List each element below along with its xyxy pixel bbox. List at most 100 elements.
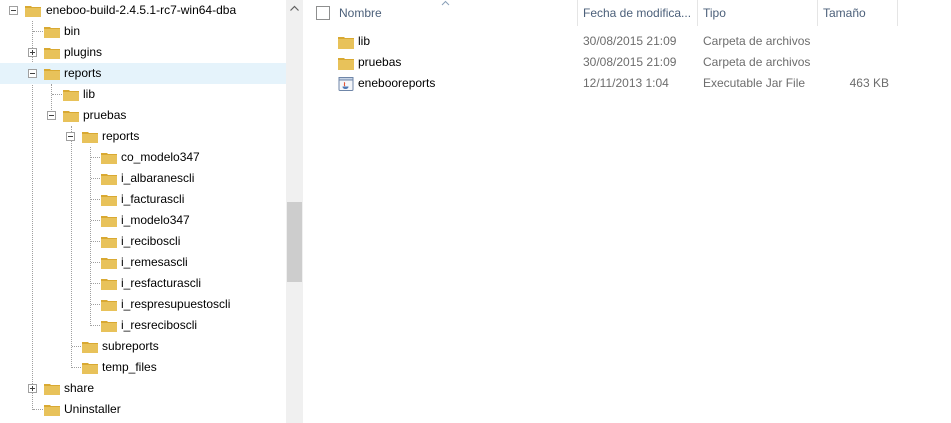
tree-connector — [91, 220, 100, 221]
tree-connector — [91, 283, 100, 284]
folder-icon — [101, 237, 117, 248]
folder-icon — [82, 132, 98, 143]
tree-item-label: bin — [64, 24, 81, 38]
tree-item-co-modelo347[interactable]: co_modelo347 — [0, 147, 286, 168]
tree-item-label: Uninstaller — [64, 402, 121, 416]
tree-item-i-remesascli[interactable]: i_remesascli — [0, 252, 286, 273]
column-header-date[interactable]: Fecha de modifica... — [583, 0, 693, 26]
tree-item-bin[interactable]: bin — [0, 21, 286, 42]
tree-item-label: i_remesascli — [121, 255, 188, 269]
tree-connector — [91, 325, 100, 326]
collapse-icon[interactable] — [66, 132, 75, 141]
folder-icon — [82, 363, 98, 374]
folder-icon — [82, 342, 98, 353]
expand-icon[interactable] — [28, 48, 37, 57]
tree-item-label: reports — [64, 66, 102, 80]
tree-item-label: pruebas — [83, 108, 127, 122]
folder-icon — [101, 321, 117, 332]
tree-item-temp-files[interactable]: temp_files — [0, 357, 286, 378]
tree-item-label: i_resfacturascli — [121, 276, 202, 290]
tree-item-i-resfacturascli[interactable]: i_resfacturascli — [0, 273, 286, 294]
folder-icon — [338, 58, 354, 70]
file-name: lib — [358, 34, 371, 48]
folder-icon — [101, 174, 117, 185]
column-divider[interactable] — [697, 0, 698, 26]
tree-connector — [52, 94, 62, 95]
column-header-name[interactable]: Nombre — [339, 0, 569, 26]
column-divider[interactable] — [897, 0, 898, 26]
tree-item-share[interactable]: share — [0, 378, 286, 399]
tree-item-label: share — [64, 381, 95, 395]
expand-icon[interactable] — [28, 384, 37, 393]
file-name: enebooreports — [358, 76, 436, 90]
tree-item-label: reports — [102, 129, 140, 143]
file-row[interactable]: enebooreports 12/11/2013 1:04 Executable… — [303, 73, 951, 94]
column-header-type[interactable]: Tipo — [703, 0, 813, 26]
scroll-up-button[interactable] — [286, 0, 303, 17]
tree-item-i-reciboscli[interactable]: i_reciboscli — [0, 231, 286, 252]
tree-item-i-respresupuestoscli[interactable]: i_respresupuestoscli — [0, 294, 286, 315]
collapse-icon[interactable] — [9, 6, 18, 15]
collapse-icon[interactable] — [47, 111, 56, 120]
folder-icon — [63, 90, 79, 101]
tree-connector — [91, 157, 100, 158]
file-row[interactable]: pruebas 30/08/2015 21:09 Carpeta de arch… — [303, 52, 951, 73]
tree-connector — [91, 178, 100, 179]
column-divider[interactable] — [817, 0, 818, 26]
file-row[interactable]: lib 30/08/2015 21:09 Carpeta de archivos — [303, 31, 951, 52]
file-type: Carpeta de archivos — [703, 34, 811, 48]
tree-item-root[interactable]: eneboo-build-2.4.5.1-rc7-win64-dba — [0, 0, 286, 21]
tree-connector — [91, 241, 100, 242]
folder-icon — [44, 384, 60, 395]
file-date: 30/08/2015 21:09 — [583, 34, 677, 48]
file-date: 12/11/2013 1:04 — [583, 76, 669, 90]
file-name: pruebas — [358, 55, 402, 69]
tree-item-uninstaller[interactable]: Uninstaller — [0, 399, 286, 420]
file-list[interactable]: Nombre Fecha de modifica... Tipo Tamaño … — [303, 0, 951, 423]
tree-item-i-albaranescli[interactable]: i_albaranescli — [0, 168, 286, 189]
file-size: 463 KB — [849, 76, 889, 90]
tree-item-label: subreports — [102, 339, 159, 353]
folder-icon — [25, 6, 41, 17]
jar-file-icon — [338, 77, 354, 91]
tree-item-i-resreciboscli[interactable]: i_resreciboscli — [0, 315, 286, 336]
tree-item-i-modelo347[interactable]: i_modelo347 — [0, 210, 286, 231]
tree-connector — [91, 304, 100, 305]
tree-item-lib[interactable]: lib — [0, 84, 286, 105]
column-header-size[interactable]: Tamaño — [823, 0, 893, 26]
folder-icon — [101, 195, 117, 206]
tree-item-label: i_resreciboscli — [121, 318, 198, 332]
scroll-thumb[interactable] — [287, 202, 302, 282]
folder-icon — [101, 153, 117, 164]
file-date: 30/08/2015 21:09 — [583, 55, 677, 69]
folder-icon — [44, 405, 60, 416]
tree-item-reports[interactable]: reports — [0, 63, 286, 84]
tree-item-i-facturascli[interactable]: i_facturascli — [0, 189, 286, 210]
tree-item-pruebas[interactable]: pruebas — [0, 105, 286, 126]
tree-scrollbar[interactable] — [286, 0, 303, 423]
folder-tree[interactable]: eneboo-build-2.4.5.1-rc7-win64-dba bin p… — [0, 0, 286, 423]
tree-item-label: i_respresupuestoscli — [121, 297, 231, 311]
folder-icon — [101, 279, 117, 290]
tree-item-label: i_modelo347 — [121, 213, 190, 227]
tree-connector — [33, 409, 43, 410]
collapse-icon[interactable] — [28, 69, 37, 78]
tree-connector — [33, 31, 43, 32]
column-divider[interactable] — [577, 0, 578, 26]
tree-item-plugins[interactable]: plugins — [0, 42, 286, 63]
select-all-checkbox[interactable] — [316, 6, 330, 20]
tree-item-pruebas-reports[interactable]: reports — [0, 126, 286, 147]
tree-item-label: plugins — [64, 45, 103, 59]
folder-icon — [44, 27, 60, 38]
folder-icon — [101, 258, 117, 269]
tree-connector — [72, 367, 81, 368]
column-header-row: Nombre Fecha de modifica... Tipo Tamaño — [303, 0, 951, 26]
folder-icon — [101, 300, 117, 311]
tree-item-label: eneboo-build-2.4.5.1-rc7-win64-dba — [46, 3, 237, 17]
file-type: Executable Jar File — [703, 76, 806, 90]
tree-item-subreports[interactable]: subreports — [0, 336, 286, 357]
tree-item-label: i_albaranescli — [121, 171, 195, 185]
tree-connector — [91, 262, 100, 263]
file-type: Carpeta de archivos — [703, 55, 811, 69]
tree-connector — [91, 199, 100, 200]
